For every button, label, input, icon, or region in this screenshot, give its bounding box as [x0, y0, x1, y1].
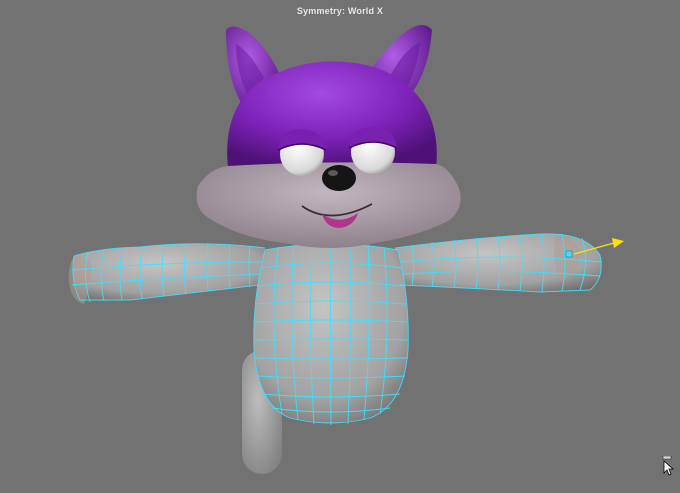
head-mesh[interactable] [196, 25, 461, 248]
3d-viewport[interactable]: Symmetry: World X [0, 0, 680, 493]
body-mesh[interactable] [68, 233, 602, 423]
mouse-cursor-icon [662, 456, 675, 476]
scene-canvas[interactable] [0, 0, 680, 493]
selected-vertex[interactable] [565, 250, 573, 258]
symmetry-status-label: Symmetry: World X [296, 6, 384, 16]
